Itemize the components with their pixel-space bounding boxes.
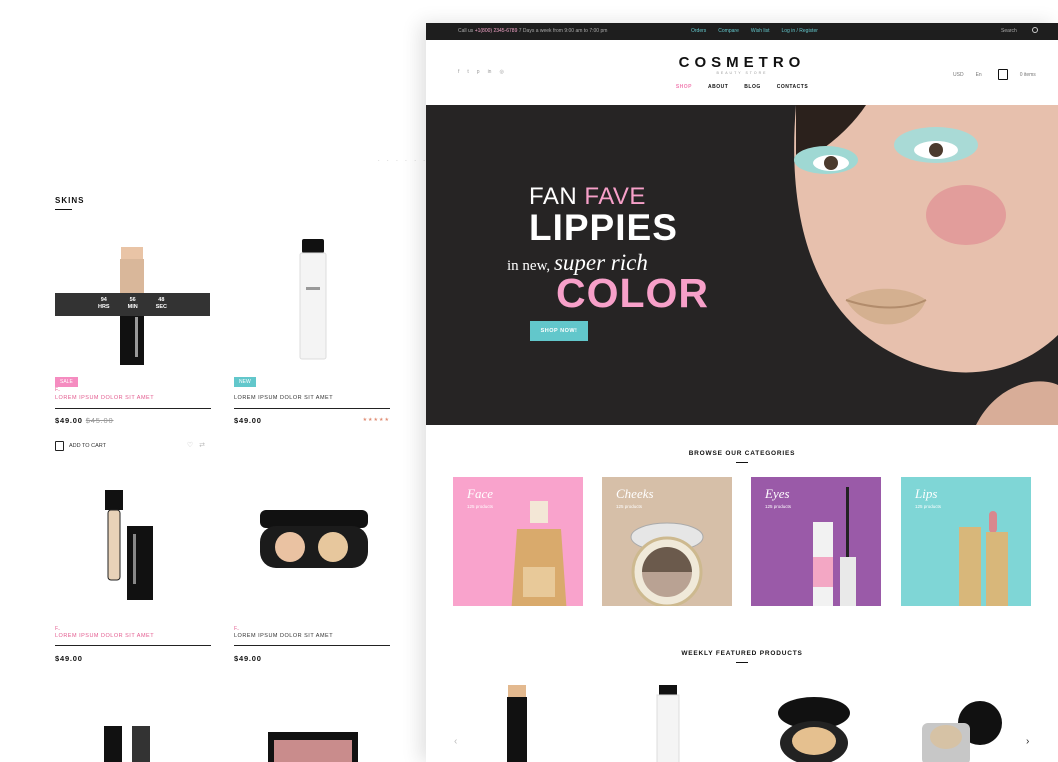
product-name[interactable]: LOREM IPSUM DOLOR SIT AMET — [234, 395, 390, 401]
nav-shop[interactable]: SHOP — [676, 84, 692, 90]
storefront-page: Call us +1(800) 2345-6789 7 Days a week … — [426, 23, 1058, 762]
catalog-page: · · · · · · SKINS SALE F.. LOREM IPSUM D… — [0, 0, 430, 762]
compare-link[interactable]: Compare — [718, 28, 739, 34]
search-icon[interactable] — [1032, 27, 1038, 33]
product-price: $49.00 — [55, 654, 83, 663]
product-price: $49.00 $45.00 — [55, 416, 114, 425]
concealer-image — [105, 490, 153, 600]
featured-product-jar[interactable] — [918, 695, 1008, 762]
category-face[interactable]: Face 125 products — [453, 477, 583, 606]
product-name[interactable]: LOREM IPSUM DOLOR SIT AMET — [55, 395, 211, 401]
section-underline — [55, 209, 72, 210]
featured-product-stick[interactable] — [504, 683, 544, 762]
product-price: $49.00 — [234, 654, 262, 663]
product-name[interactable]: LOREM IPSUM DOLOR SIT AMET — [55, 633, 211, 639]
lipstick-duo-image — [104, 726, 150, 762]
categories-underline — [736, 462, 748, 463]
category-lips[interactable]: Lips 125 products — [901, 477, 1031, 606]
site-header: f t p in ◎ COSMETRO BEAUTY STORE SHOP AB… — [426, 40, 1058, 105]
header-tools: USD En 0 items — [953, 69, 1036, 80]
corrector-palette-image — [260, 510, 368, 568]
prev-arrow-icon[interactable]: ‹ — [454, 736, 457, 747]
nav-blog[interactable]: BLOG — [744, 84, 760, 90]
top-bar: Call us +1(800) 2345-6789 7 Days a week … — [426, 23, 1058, 40]
card-divider — [234, 645, 390, 646]
timer-minutes: 56 MIN — [127, 297, 138, 310]
category-cheeks[interactable]: Cheeks 125 products — [602, 477, 732, 606]
product-name[interactable]: LOREM IPSUM DOLOR SIT AMET — [234, 633, 390, 639]
rating-stars: ★★★★★ — [362, 417, 390, 423]
section-title: SKINS — [55, 196, 85, 205]
compare-icon[interactable]: ⇄ — [199, 442, 211, 449]
categories-title: BROWSE OUR CATEGORIES — [688, 450, 796, 457]
featured-underline — [736, 662, 748, 663]
serum-bottle-image — [299, 239, 327, 360]
card-divider — [234, 408, 390, 409]
model-face-image — [756, 105, 1058, 425]
phone-number[interactable]: +1(800) 2345-6789 — [475, 28, 518, 34]
category-eyes[interactable]: Eyes 125 products — [751, 477, 881, 606]
palette-box-image — [268, 732, 358, 762]
new-badge: NEW — [234, 377, 256, 387]
timer-seconds: 48 SEC — [155, 297, 168, 310]
nav-about[interactable]: ABOUT — [708, 84, 728, 90]
account-links: Orders Compare Wish list Log in / Regist… — [691, 28, 818, 34]
login-register-link[interactable]: Log in / Register — [781, 28, 817, 34]
card-divider — [55, 408, 211, 409]
timer-hours: 94 HRS — [97, 297, 110, 310]
language-select[interactable]: En — [976, 72, 982, 78]
product-category: F.. — [55, 387, 61, 393]
orders-link[interactable]: Orders — [691, 28, 706, 34]
cart-icon — [55, 441, 64, 451]
product-category: F.. — [234, 626, 240, 632]
main-nav: SHOP ABOUT BLOG CONTACTS — [426, 84, 1058, 90]
old-price: $45.00 — [85, 416, 114, 425]
nav-contacts[interactable]: CONTACTS — [777, 84, 808, 90]
wishlist-link[interactable]: Wish list — [751, 28, 770, 34]
cart-icon[interactable] — [997, 69, 1008, 80]
product-price: $49.00 — [234, 416, 262, 425]
currency-select[interactable]: USD — [953, 72, 964, 78]
add-to-cart-button[interactable]: ADD TO CART — [55, 441, 106, 451]
hero-line-2: LIPPIES — [529, 207, 678, 248]
pagination-strip: · · · · · · — [378, 158, 428, 164]
card-divider — [55, 645, 211, 646]
sale-badge: SALE — [55, 377, 78, 387]
hero-line-4: COLOR — [556, 270, 710, 316]
countdown-timer: 94 HRS 56 MIN 48 SEC — [55, 293, 210, 316]
heart-icon[interactable]: ♡ — [187, 442, 199, 449]
hero-banner: FAN FAVE LIPPIES in new, super rich COLO… — [426, 105, 1058, 425]
search-input[interactable]: Search — [1001, 28, 1017, 34]
screenshot-stage: · · · · · · SKINS SALE F.. LOREM IPSUM D… — [0, 0, 1058, 762]
next-arrow-icon[interactable]: › — [1026, 736, 1029, 747]
featured-title: WEEKLY FEATURED PRODUCTS — [681, 650, 803, 657]
featured-product-powder[interactable] — [774, 695, 854, 762]
featured-product-serum[interactable] — [654, 685, 684, 762]
cart-count[interactable]: 0 items — [1020, 72, 1036, 78]
product-category: F.. — [55, 626, 61, 632]
card-actions: ♡⇄ — [187, 441, 211, 449]
shop-now-button[interactable]: SHOP NOW! — [530, 321, 588, 341]
contact-info: Call us +1(800) 2345-6789 7 Days a week … — [458, 28, 608, 34]
